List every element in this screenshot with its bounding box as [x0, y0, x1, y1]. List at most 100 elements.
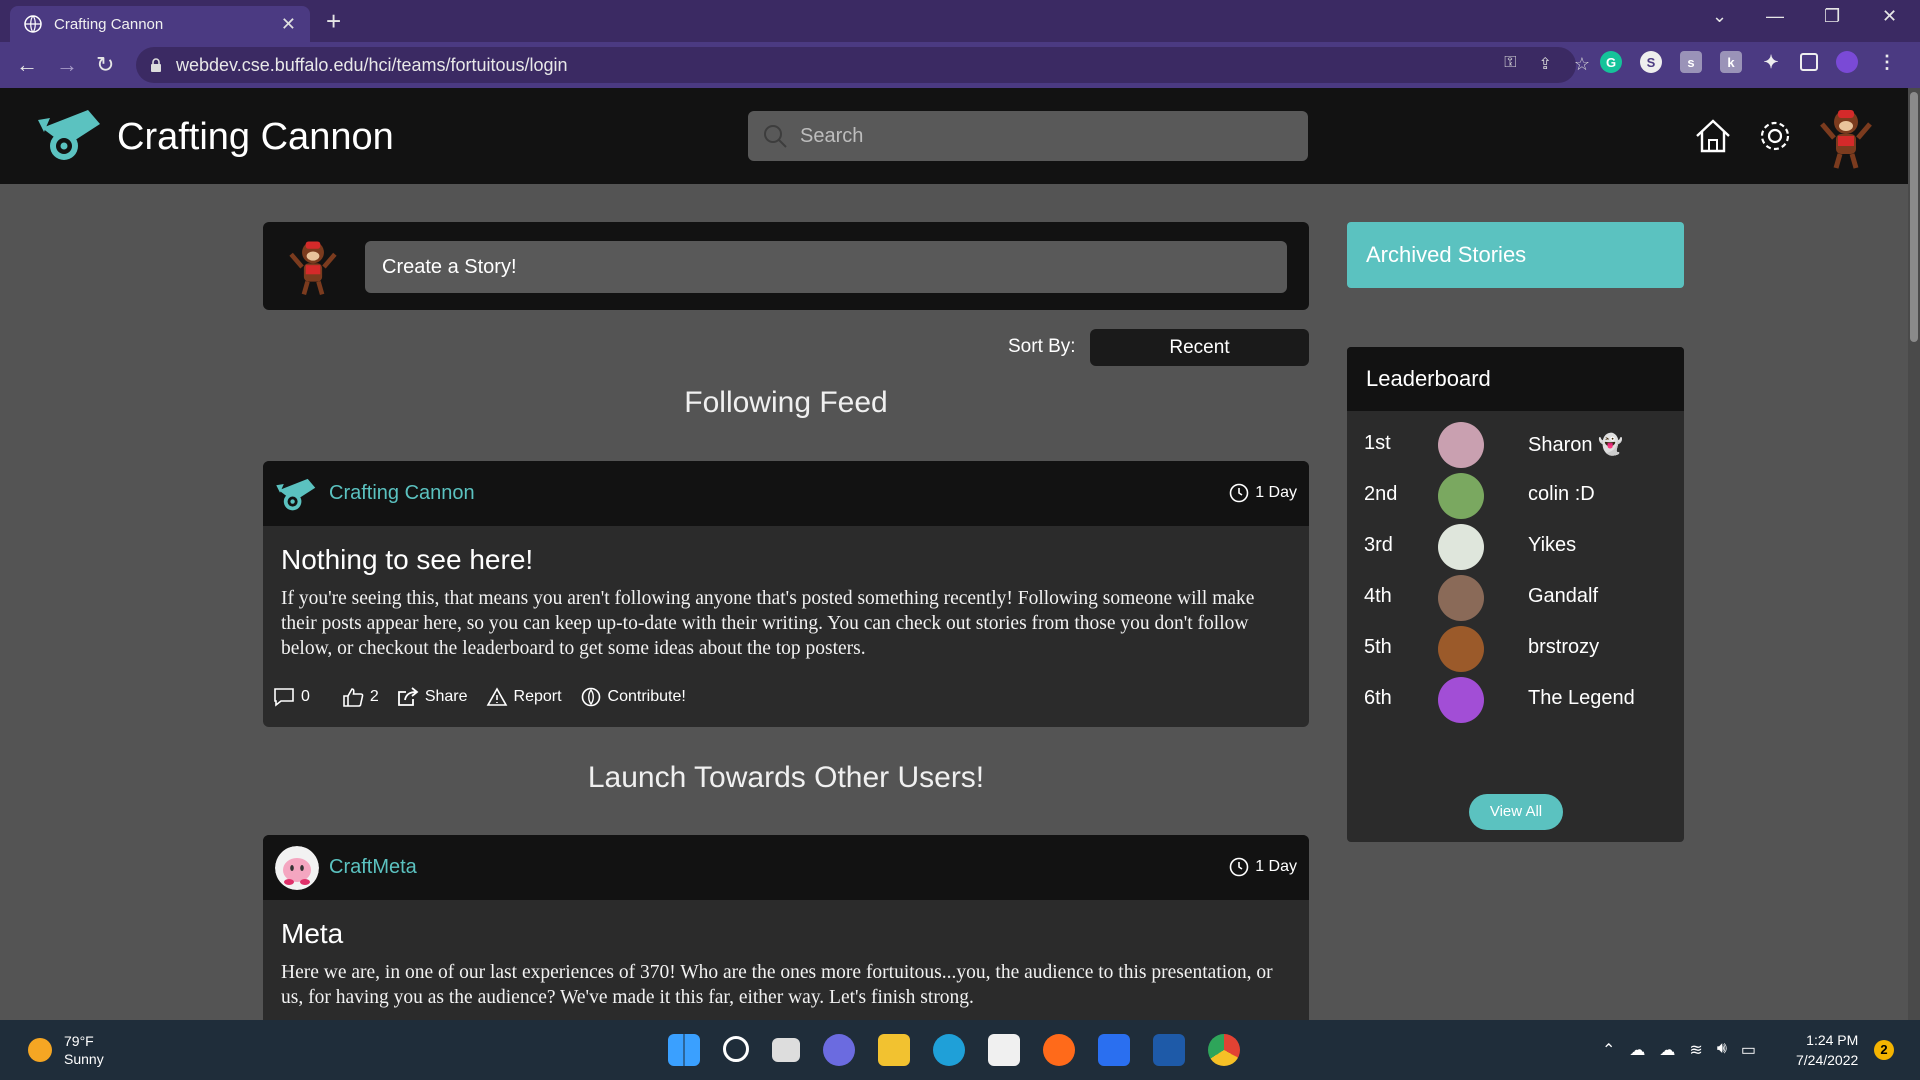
- leaderboard-row[interactable]: 1st Sharon 👻: [1347, 416, 1684, 472]
- clock-icon: [1229, 857, 1249, 877]
- k-extension-icon[interactable]: k: [1720, 51, 1742, 73]
- post-author[interactable]: CraftMeta: [329, 856, 417, 879]
- taskbar-search-icon[interactable]: [723, 1036, 749, 1062]
- key-icon[interactable]: ⚿: [1504, 54, 1516, 75]
- contribute-button[interactable]: Contribute!: [580, 687, 686, 707]
- leaderboard-rank: 3rd: [1364, 534, 1393, 556]
- task-view-icon[interactable]: [772, 1038, 800, 1062]
- gear-icon[interactable]: [1755, 116, 1795, 156]
- search-bar[interactable]: [748, 111, 1308, 161]
- report-button[interactable]: Report: [486, 687, 562, 707]
- tab-close-icon[interactable]: ✕: [281, 14, 296, 35]
- side-panel-icon[interactable]: [1800, 53, 1818, 71]
- post-time-label: 1 Day: [1255, 858, 1297, 875]
- leaderboard-avatar[interactable]: [1438, 524, 1484, 570]
- leaderboard-rank: 2nd: [1364, 483, 1398, 505]
- leaderboard-avatar[interactable]: [1438, 473, 1484, 519]
- forward-icon[interactable]: →: [56, 53, 78, 77]
- sort-select[interactable]: Recent: [1090, 329, 1309, 366]
- share-button[interactable]: Share: [397, 687, 468, 707]
- post-time: 1 Day: [1229, 483, 1297, 503]
- archived-stories-button[interactable]: Archived Stories: [1347, 222, 1684, 288]
- leaderboard-username[interactable]: brstrozy: [1528, 636, 1599, 659]
- leaderboard-avatar[interactable]: [1438, 677, 1484, 723]
- bookmark-star-icon[interactable]: ☆: [1574, 54, 1590, 75]
- reload-icon[interactable]: ↻: [96, 53, 114, 77]
- url-text: webdev.cse.buffalo.edu/hci/teams/fortuit…: [176, 54, 568, 75]
- firefox-icon[interactable]: [1043, 1034, 1075, 1066]
- menu-kebab-icon[interactable]: ⋮: [1876, 51, 1898, 73]
- share-icon: [397, 687, 419, 706]
- browser-tab-bar: Crafting Cannon ✕ + ⌄ — ❐ ✕: [0, 0, 1920, 42]
- home-icon[interactable]: [1693, 116, 1733, 156]
- volume-icon[interactable]: 🔊︎: [1717, 1040, 1727, 1060]
- profile-avatar-icon[interactable]: [1836, 51, 1858, 73]
- store-icon[interactable]: [988, 1034, 1020, 1066]
- tab-search-icon[interactable]: ⌄: [1712, 6, 1727, 27]
- chevron-up-icon[interactable]: ⌃: [1602, 1040, 1615, 1060]
- ss-extension-icon[interactable]: s: [1680, 51, 1702, 73]
- user-avatar: [289, 241, 337, 295]
- vpn-icon[interactable]: [1153, 1034, 1185, 1066]
- window-close-icon[interactable]: ✕: [1882, 6, 1897, 27]
- notification-badge[interactable]: 2: [1874, 1040, 1894, 1060]
- new-tab-icon[interactable]: +: [326, 6, 341, 36]
- post-author[interactable]: Crafting Cannon: [329, 482, 475, 505]
- post-card: CraftMeta 1 Day Meta Here we are, in one…: [263, 835, 1309, 1035]
- cannon-logo-icon[interactable]: [36, 106, 106, 162]
- like-button[interactable]: 2: [342, 687, 379, 707]
- leaderboard-row[interactable]: 3rd Yikes: [1347, 518, 1684, 574]
- leaderboard-username[interactable]: colin :D: [1528, 483, 1595, 506]
- view-all-button[interactable]: View All: [1469, 794, 1563, 830]
- comment-button[interactable]: 0: [273, 687, 310, 707]
- author-avatar: [275, 845, 319, 890]
- search-input[interactable]: [800, 124, 1280, 148]
- cloud-error-icon[interactable]: ☁: [1659, 1040, 1675, 1060]
- address-bar[interactable]: webdev.cse.buffalo.edu/hci/teams/fortuit…: [136, 47, 1576, 83]
- restore-icon[interactable]: ❐: [1824, 6, 1840, 27]
- leaderboard-row[interactable]: 4th Gandalf: [1347, 569, 1684, 625]
- following-feed-title: Following Feed: [684, 386, 888, 419]
- grammarly-extension-icon[interactable]: G: [1600, 51, 1622, 73]
- leaderboard-row[interactable]: 6th The Legend: [1347, 671, 1684, 727]
- start-icon[interactable]: [668, 1034, 700, 1066]
- leaderboard-panel: Leaderboard 1st Sharon 👻 2nd colin :D 3rd Yik…: [1347, 347, 1684, 842]
- scrollbar-thumb[interactable]: [1910, 92, 1918, 342]
- clock[interactable]: 1:24 PM 7/24/2022: [1796, 1030, 1858, 1070]
- wifi-icon[interactable]: ≋: [1689, 1040, 1702, 1060]
- chat-icon[interactable]: [823, 1034, 855, 1066]
- leaderboard-avatar[interactable]: [1438, 575, 1484, 621]
- leaderboard-username[interactable]: Sharon 👻: [1528, 432, 1623, 457]
- leaderboard-username[interactable]: The Legend: [1528, 687, 1635, 710]
- s-extension-icon[interactable]: S: [1640, 51, 1662, 73]
- weather-widget[interactable]: 79°F Sunny: [28, 1032, 104, 1068]
- leaderboard-avatar[interactable]: [1438, 626, 1484, 672]
- leaderboard-row[interactable]: 5th brstrozy: [1347, 620, 1684, 676]
- brand-title[interactable]: Crafting Cannon: [117, 116, 394, 159]
- file-explorer-icon[interactable]: [878, 1034, 910, 1066]
- browser-tab[interactable]: Crafting Cannon ✕: [10, 6, 310, 42]
- onedrive-icon[interactable]: ☁: [1629, 1040, 1645, 1060]
- post-title[interactable]: Nothing to see here!: [281, 544, 1291, 576]
- edge-icon[interactable]: [933, 1034, 965, 1066]
- leaderboard-username[interactable]: Gandalf: [1528, 585, 1598, 608]
- minimize-icon[interactable]: —: [1766, 6, 1784, 27]
- thumbs-up-icon: [343, 688, 364, 707]
- clock-date: 7/24/2022: [1796, 1052, 1859, 1068]
- clock-icon: [1229, 483, 1249, 503]
- chrome-icon[interactable]: [1208, 1034, 1240, 1066]
- leaderboard-rank: 1st: [1364, 432, 1391, 454]
- dropbox-icon[interactable]: [1098, 1034, 1130, 1066]
- create-story-button[interactable]: Create a Story!: [365, 241, 1287, 293]
- leaderboard-rank: 6th: [1364, 687, 1392, 709]
- leaderboard-username[interactable]: Yikes: [1528, 534, 1576, 557]
- share-icon[interactable]: ⇪: [1538, 54, 1551, 75]
- post-title[interactable]: Meta: [281, 918, 1291, 950]
- leaderboard-avatar[interactable]: [1438, 422, 1484, 468]
- battery-icon[interactable]: ▭: [1741, 1040, 1756, 1060]
- user-avatar[interactable]: [1816, 104, 1876, 172]
- puzzle-extensions-icon[interactable]: ✦: [1760, 51, 1782, 73]
- back-icon[interactable]: ←: [16, 53, 38, 77]
- leaderboard-row[interactable]: 2nd colin :D: [1347, 467, 1684, 523]
- create-story-card: Create a Story!: [263, 222, 1309, 310]
